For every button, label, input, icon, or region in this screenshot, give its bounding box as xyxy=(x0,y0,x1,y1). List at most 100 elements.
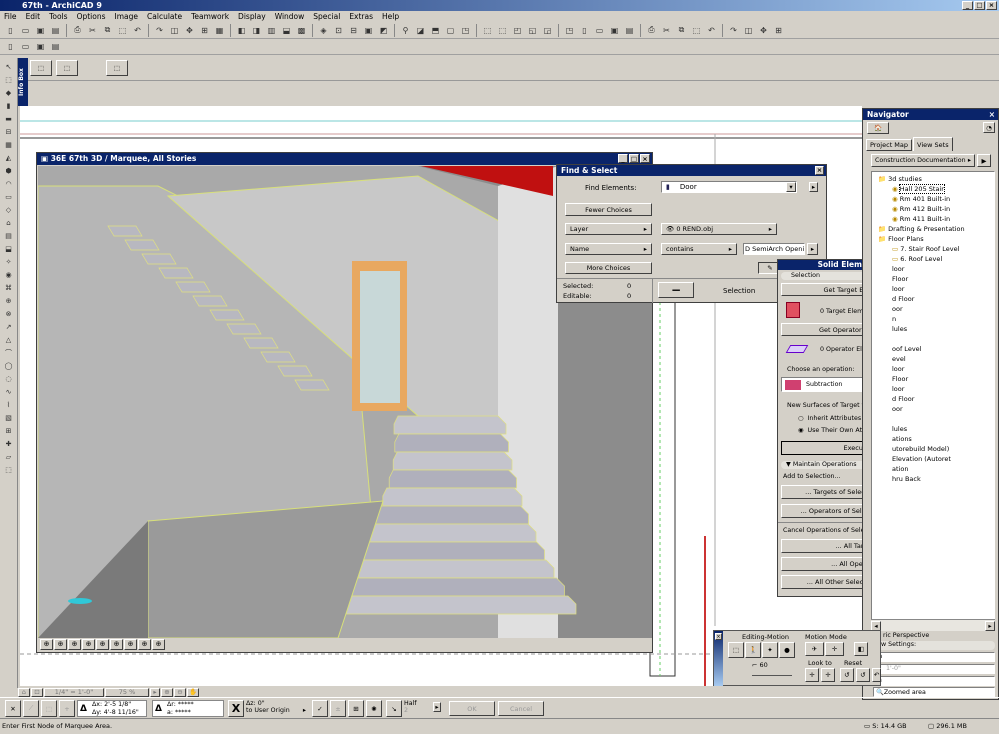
toolbar-tool-35-icon[interactable]: ◳ xyxy=(563,24,576,37)
zoom-out-icon[interactable]: ⊕ xyxy=(82,638,95,650)
view-settings-header[interactable]: w Settings: xyxy=(873,641,995,650)
navigator-tree-item[interactable]: d Floor xyxy=(874,394,992,404)
toolbox-tool-19-icon[interactable]: ⊕ xyxy=(3,295,15,306)
toolbar-tool-7-icon[interactable]: ⧉ xyxy=(101,24,114,37)
toolbar-tool-24-icon[interactable]: ◩ xyxy=(377,24,390,37)
toolbar-tool-41-icon[interactable]: ✂ xyxy=(660,24,673,37)
toolbox-tool-22-icon[interactable]: △ xyxy=(3,334,15,345)
toolbox-tool-26-icon[interactable]: ∿ xyxy=(3,386,15,397)
toolbar-tool-23-icon[interactable]: ▣ xyxy=(362,24,375,37)
xy-coordinates[interactable]: Δ Δx: 2'-5 1/8" Δy: 4'-8 11/16" xyxy=(77,700,147,717)
toolbar-tool-20-icon[interactable]: ◈ xyxy=(317,24,330,37)
pen-menu-button[interactable]: ▸ xyxy=(433,702,441,712)
toolbar-tool-15-icon[interactable]: ◧ xyxy=(235,24,248,37)
toolbox-tool-6-icon[interactable]: ⊟ xyxy=(3,126,15,137)
3d-view-icon[interactable]: ⊕ xyxy=(40,638,53,650)
orbit-icon[interactable]: ⊕ xyxy=(124,638,137,650)
criterion-value-layer[interactable]: 👁 0 REND.obj ▸ xyxy=(661,223,777,235)
toolbox-tool-7-icon[interactable]: ▦ xyxy=(3,139,15,150)
scale-display[interactable]: 1/4" = 1'-0" xyxy=(44,687,104,697)
toolbox-tool-15-icon[interactable]: ⬓ xyxy=(3,243,15,254)
toolbox-tool-30-icon[interactable]: ✚ xyxy=(3,438,15,449)
toolbox-tool-12-icon[interactable]: ◇ xyxy=(3,204,15,215)
reset-camera-button[interactable]: ↺ xyxy=(840,668,854,682)
toolbar-tool-33-icon[interactable]: ◱ xyxy=(526,24,539,37)
polar-coordinates[interactable]: Δ Δr: ***** a: ***** xyxy=(152,700,224,717)
navigator-close-button[interactable]: × xyxy=(989,109,995,120)
toolbar-tool-22-icon[interactable]: ⊟ xyxy=(347,24,360,37)
criterion-operator-name[interactable]: contains ▸ xyxy=(661,243,737,255)
crosshair-mode-button[interactable]: ✛ xyxy=(825,642,844,656)
navigator-tree-item[interactable]: utorebuild Model) xyxy=(874,444,992,454)
menu-special[interactable]: Special xyxy=(313,11,340,22)
toolbox-tool-31-icon[interactable]: ▱ xyxy=(3,451,15,462)
toolbar-tool-17-icon[interactable]: ▥ xyxy=(265,24,278,37)
navigator-tree-item[interactable]: ◉ Rm 401 Built-in xyxy=(874,194,992,204)
marquee-shape-button[interactable]: ⬚ xyxy=(56,60,78,76)
navigator-tree-item[interactable]: ations xyxy=(874,434,992,444)
zoom-field[interactable]: 🔍Zoomed area xyxy=(873,687,995,697)
toolbar-tool-26-icon[interactable]: ◪ xyxy=(414,24,427,37)
toolbar-tool-40-icon[interactable]: ⎙ xyxy=(645,24,658,37)
checkmark-icon[interactable]: ✓ xyxy=(312,700,328,717)
minimize-button[interactable]: _ xyxy=(962,1,973,10)
navigator-tree-item[interactable]: Floor xyxy=(874,274,992,284)
navigator-tree-item[interactable]: oor xyxy=(874,404,992,414)
navigator-tree-item[interactable]: oor xyxy=(874,304,992,314)
3d-close-button[interactable]: × xyxy=(640,154,650,163)
toolbar-tool-9-icon[interactable]: ↶ xyxy=(131,24,144,37)
menu-edit[interactable]: Edit xyxy=(26,11,41,22)
layer-combination-field[interactable]: m xyxy=(873,652,995,662)
toolbar-tool-5-icon[interactable]: ⎙ xyxy=(71,24,84,37)
toolbox-tool-28-icon[interactable]: ▧ xyxy=(3,412,15,423)
menu-display[interactable]: Display xyxy=(238,11,266,22)
toolbox-tool-4-icon[interactable]: ▮ xyxy=(3,100,15,111)
toolbar-tool-14-icon[interactable]: ▦ xyxy=(213,24,226,37)
find-options-button[interactable]: ▸ xyxy=(809,182,818,192)
toolbox-tool-14-icon[interactable]: ▤ xyxy=(3,230,15,241)
toolbar-tool-31-icon[interactable]: ⬚ xyxy=(496,24,509,37)
toolbar-tool-19-icon[interactable]: ▩ xyxy=(295,24,308,37)
scale-field[interactable]: 1'-0" xyxy=(873,664,995,674)
toolbar-tool-28-icon[interactable]: ▢ xyxy=(444,24,457,37)
menu-help[interactable]: Help xyxy=(382,11,399,22)
magic-wand-icon[interactable]: ✺ xyxy=(366,700,382,717)
geometry-method-button[interactable]: ⬚ xyxy=(30,60,52,76)
toolbar-tool-47-icon[interactable]: ✥ xyxy=(757,24,770,37)
toolbar-tool-29-icon[interactable]: ◳ xyxy=(459,24,472,37)
tab-project-map[interactable]: Project Map xyxy=(866,139,913,151)
navigator-tree-item[interactable]: 📁 Drafting & Presentation xyxy=(874,224,992,234)
dimension-field[interactable]: m xyxy=(873,676,995,686)
navigator-tree-item[interactable]: d Floor xyxy=(874,294,992,304)
walk-icon[interactable]: 🚶 xyxy=(745,642,761,658)
toolbar-tool-18-icon[interactable]: ⬓ xyxy=(280,24,293,37)
look-to-center-button[interactable]: ✛ xyxy=(805,668,819,682)
toolbar-tool-44-icon[interactable]: ↶ xyxy=(705,24,718,37)
orbit-icon[interactable]: ● xyxy=(779,642,795,658)
toolbox-tool-9-icon[interactable]: ⬢ xyxy=(3,165,15,176)
navigator-tree-item[interactable]: evel xyxy=(874,354,992,364)
maximize-button[interactable]: □ xyxy=(974,1,985,10)
criterion-value-input[interactable]: D SemiArch Opening xyxy=(743,243,805,255)
toolbox-tool-16-icon[interactable]: ✧ xyxy=(3,256,15,267)
navigator-tree-item[interactable]: 📁 Floor Plans xyxy=(874,234,992,244)
origin-x-icon[interactable]: X xyxy=(228,700,244,717)
look-to-target-button[interactable]: ✛ xyxy=(821,668,835,682)
toolbar-tool-39-icon[interactable]: ▤ xyxy=(623,24,636,37)
toolbox-tool-21-icon[interactable]: ↗ xyxy=(3,321,15,332)
zoom-menu-button[interactable]: ▸ xyxy=(150,687,160,697)
menu-teamwork[interactable]: Teamwork xyxy=(191,11,229,22)
navigator-tree-item[interactable]: n xyxy=(874,314,992,324)
toolbar-tool-13-icon[interactable]: ⊞ xyxy=(198,24,211,37)
navigator-tree-item[interactable]: ◉ Rm 412 Built-in xyxy=(874,204,992,214)
navigator-horizontal-scrollbar[interactable]: ◂ ▸ xyxy=(871,619,995,631)
navigator-mode-button[interactable]: 🏠 xyxy=(867,122,889,134)
snap-icon[interactable]: + xyxy=(59,700,75,717)
zoom-next-icon[interactable]: ⊕ xyxy=(152,638,165,650)
edit-mode-button[interactable]: ⬚ xyxy=(728,642,744,658)
z-coordinate[interactable]: Δz: 0" to User Origin ▸ xyxy=(246,700,306,717)
fewer-choices-button[interactable]: Fewer Choices xyxy=(565,203,652,216)
menu-calculate[interactable]: Calculate xyxy=(147,11,182,22)
find-select-close-button[interactable]: × xyxy=(815,166,824,175)
toolbar-tool-36-icon[interactable]: ▯ xyxy=(578,24,591,37)
